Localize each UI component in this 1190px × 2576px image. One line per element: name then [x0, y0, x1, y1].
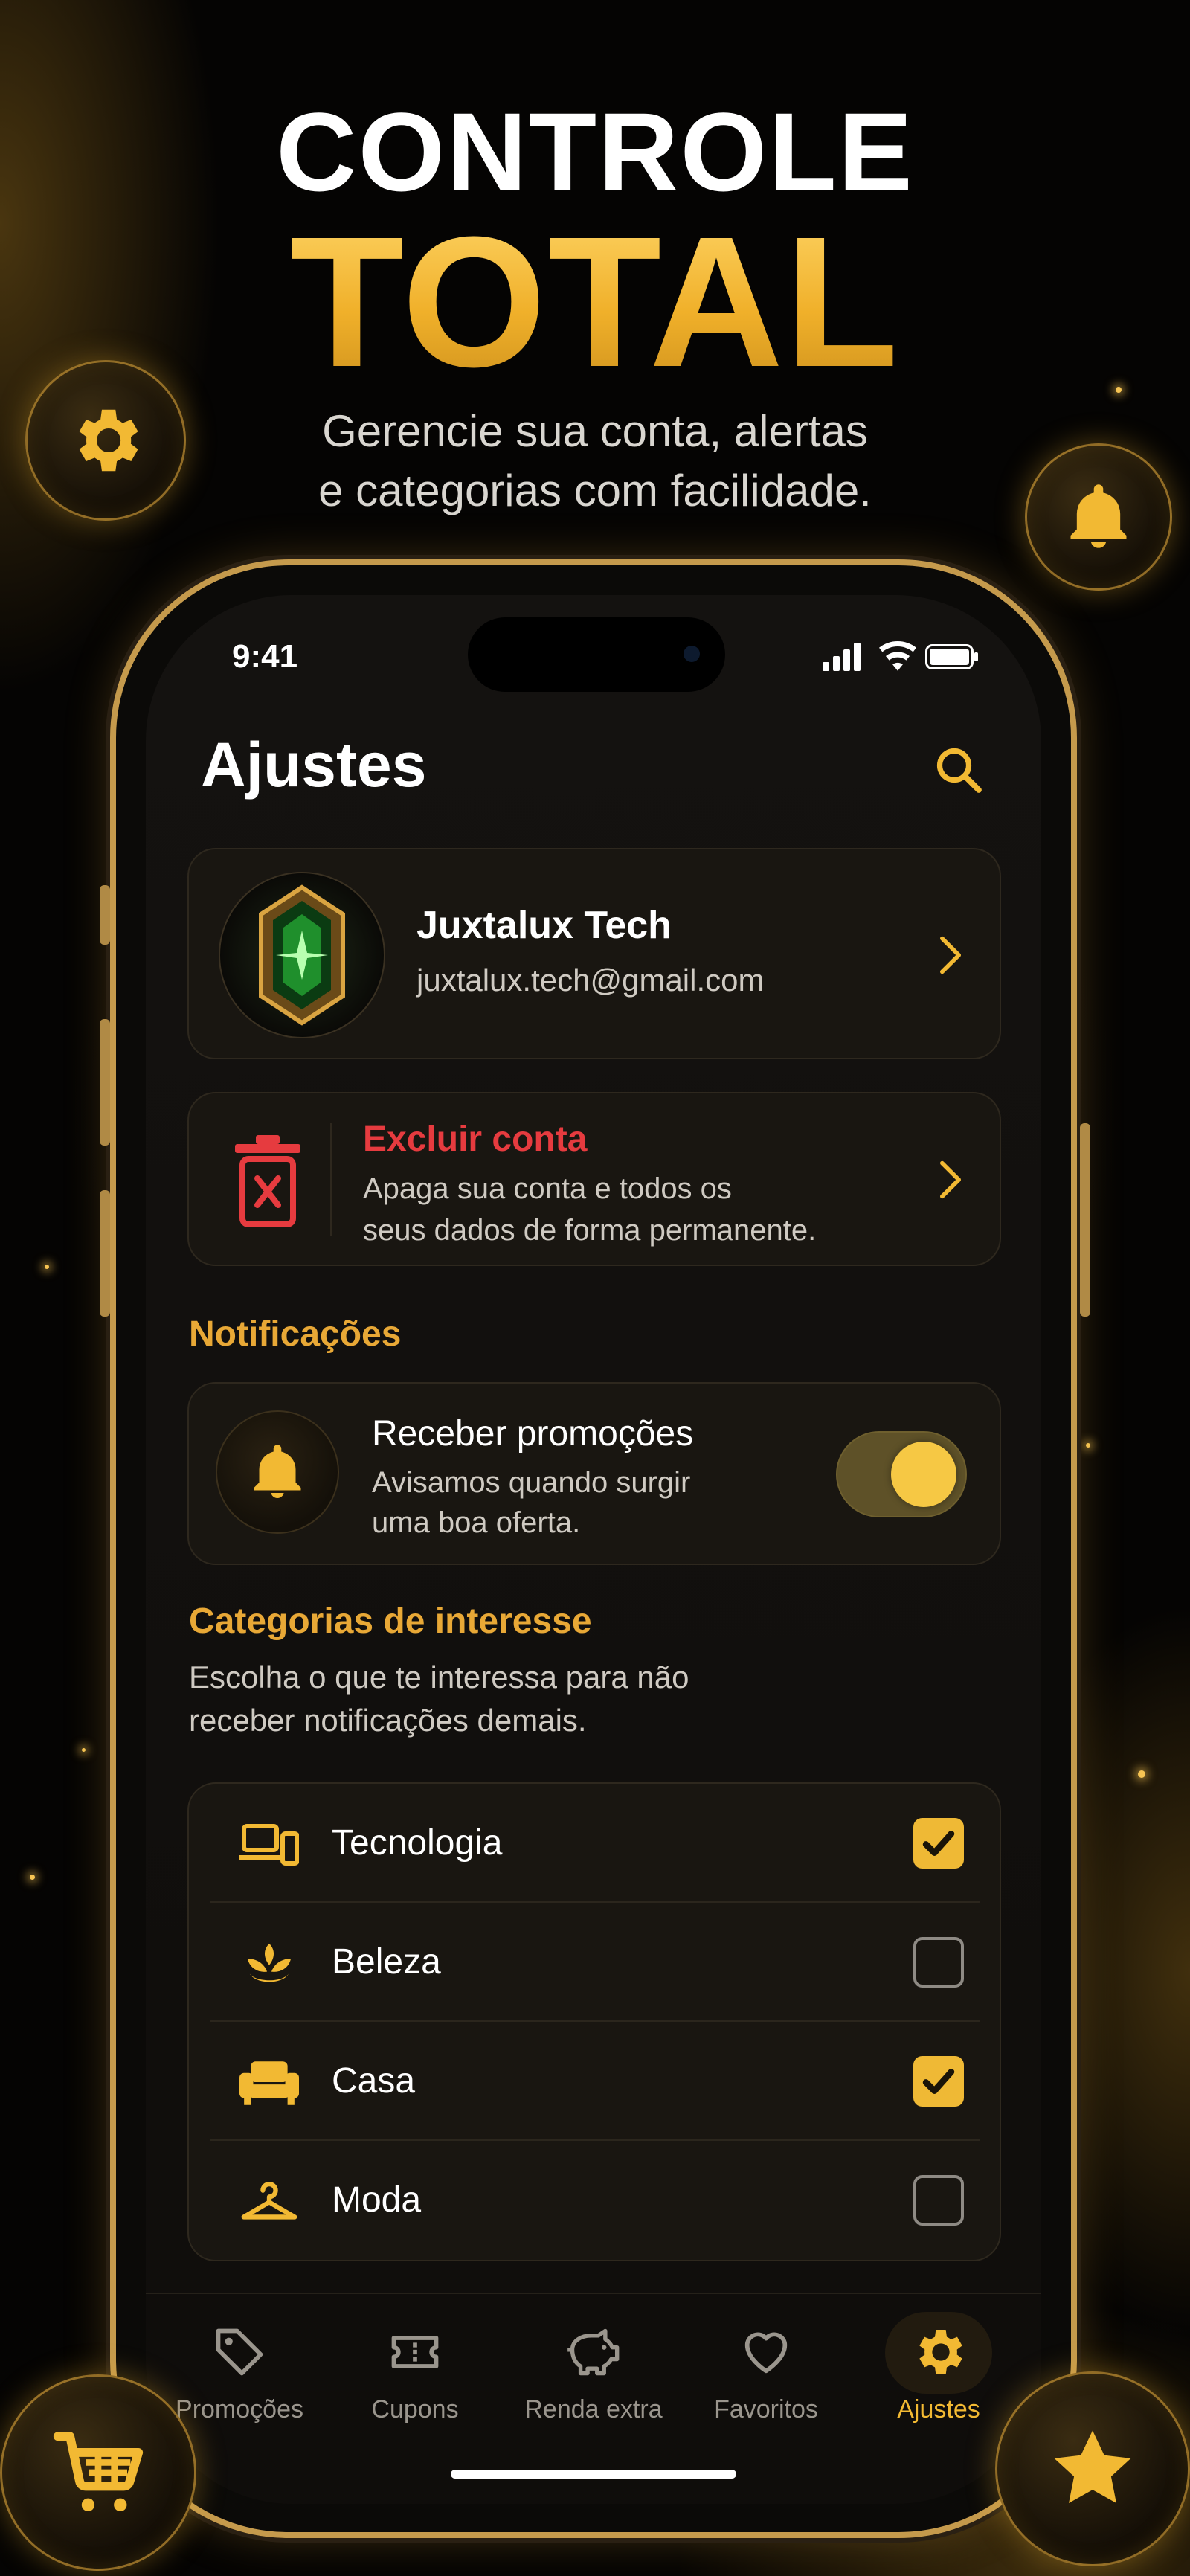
sparkle — [30, 1875, 35, 1880]
hero-title-line2: TOTAL — [0, 195, 1190, 408]
search-button[interactable] — [925, 736, 992, 803]
notification-desc-line2: uma boa oferta. — [372, 1506, 581, 1539]
notification-bell — [216, 1410, 339, 1534]
phone-screen: 9:41 Ajustes Juxtalux Tech juxtalux.tech… — [146, 595, 1041, 2504]
home-indicator[interactable] — [451, 2470, 736, 2479]
tab-label: Renda extra — [524, 2395, 663, 2424]
sparkle — [1138, 1770, 1145, 1778]
profile-name: Juxtalux Tech — [416, 904, 672, 947]
category-label: Beleza — [332, 1942, 441, 1982]
wifi-icon — [879, 641, 916, 671]
gear-orb — [25, 360, 186, 521]
tab-ajustes[interactable]: Ajustes — [857, 2312, 1020, 2443]
category-checkbox[interactable] — [913, 1937, 964, 1988]
notifications-section-title: Notificações — [189, 1314, 402, 1354]
sparkle — [1086, 1443, 1090, 1448]
category-checkbox[interactable] — [913, 2056, 964, 2107]
tab-cupons[interactable]: Cupons — [333, 2316, 497, 2443]
bell-icon — [1070, 484, 1127, 548]
category-label: Tecnologia — [332, 1823, 503, 1863]
tab-favoritos[interactable]: Favoritos — [684, 2316, 848, 2443]
notification-desc-line1: Avisamos quando surgir — [372, 1466, 691, 1499]
page-title: Ajustes — [201, 730, 427, 800]
phone-power-button — [1080, 1123, 1090, 1317]
phone-volume-up — [100, 1019, 110, 1146]
phone-side-button — [100, 885, 110, 945]
toggle-knob — [891, 1442, 956, 1507]
dynamic-island — [468, 617, 725, 692]
gear-icon — [79, 409, 138, 472]
cart-icon — [53, 2432, 144, 2511]
notification-title: Receber promoções — [372, 1414, 694, 1454]
avatar — [219, 872, 385, 1038]
trash-icon — [235, 1135, 300, 1227]
check-icon — [922, 2069, 955, 2094]
bell-icon — [254, 1445, 301, 1498]
category-checkbox[interactable] — [913, 2175, 964, 2226]
bell-orb — [1025, 443, 1172, 591]
category-row-tecnologia[interactable]: Tecnologia — [210, 1784, 980, 1903]
battery-icon — [925, 644, 978, 669]
piggy-bank-icon — [512, 2316, 675, 2388]
cart-orb — [0, 2374, 196, 2571]
categories-card: Tecnologia Beleza Casa Moda — [187, 1782, 1001, 2261]
delete-account-title: Excluir conta — [363, 1120, 588, 1159]
devices-icon — [239, 1818, 299, 1870]
tab-label: Cupons — [371, 2395, 459, 2424]
category-checkbox[interactable] — [913, 1818, 964, 1869]
search-icon — [936, 748, 982, 793]
heart-icon — [684, 2316, 848, 2388]
tab-label: Promoções — [176, 2395, 303, 2424]
sofa-icon — [239, 2056, 299, 2108]
delete-desc-line2: seus dados de forma permanente. — [363, 1214, 817, 1247]
delete-account-card[interactable]: Excluir conta Apaga sua conta e todos os… — [187, 1092, 1001, 1266]
notification-desc: Avisamos quando surgir uma boa oferta. — [372, 1462, 759, 1543]
promotions-toggle[interactable] — [836, 1431, 967, 1517]
notification-card: Receber promoções Avisamos quando surgir… — [187, 1382, 1001, 1565]
categories-section-title: Categorias de interesse — [189, 1602, 592, 1641]
star-orb — [995, 2371, 1190, 2566]
lotus-icon — [239, 1937, 299, 1989]
category-label: Casa — [332, 2061, 416, 2101]
chevron-right-icon — [936, 1157, 965, 1202]
categories-desc-line1: Escolha o que te interessa para não — [189, 1660, 689, 1695]
delete-divider — [330, 1123, 332, 1236]
category-row-casa[interactable]: Casa — [210, 2022, 980, 2141]
tab-label: Ajustes — [897, 2395, 980, 2424]
tag-icon — [158, 2316, 321, 2388]
sparkle — [82, 1748, 86, 1752]
emerald-gem-icon — [259, 884, 345, 1026]
delete-account-desc: Apaga sua conta e todos os seus dados de… — [363, 1168, 884, 1251]
categories-desc-line2: receber notificações demais. — [189, 1703, 587, 1738]
tab-label: Favoritos — [714, 2395, 818, 2424]
ticket-icon — [333, 2316, 497, 2388]
category-row-beleza[interactable]: Beleza — [210, 1903, 980, 2022]
check-icon — [922, 1831, 955, 1856]
profile-card[interactable]: Juxtalux Tech juxtalux.tech@gmail.com — [187, 848, 1001, 1059]
sparkle — [45, 1265, 49, 1269]
tab-renda-extra[interactable]: Renda extra — [512, 2316, 675, 2443]
profile-email: juxtalux.tech@gmail.com — [416, 963, 765, 998]
hanger-icon — [239, 2175, 299, 2227]
signal-icon — [823, 643, 861, 671]
gear-icon — [857, 2312, 1020, 2394]
category-label: Moda — [332, 2180, 422, 2220]
chevron-right-icon — [936, 933, 965, 977]
category-row-moda[interactable]: Moda — [210, 2141, 980, 2260]
status-icons — [823, 638, 979, 675]
phone-volume-down — [100, 1190, 110, 1317]
star-icon — [1054, 2430, 1131, 2504]
categories-desc: Escolha o que te interessa para não rece… — [189, 1656, 858, 1742]
status-time: 9:41 — [232, 638, 298, 675]
delete-desc-line1: Apaga sua conta e todos os — [363, 1172, 732, 1205]
